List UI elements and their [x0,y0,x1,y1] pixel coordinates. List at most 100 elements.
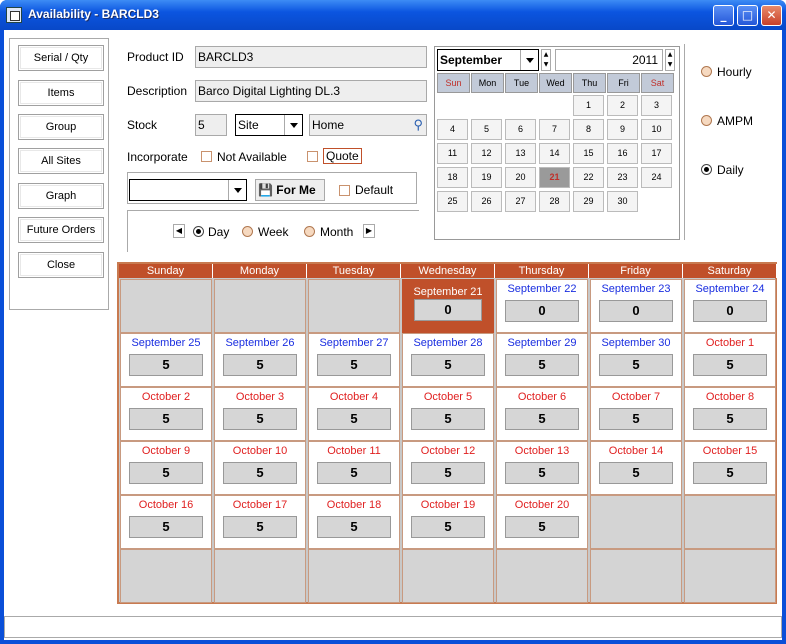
calendar-day-cell[interactable]: October 12 5 [402,441,494,495]
calendar-day-cell[interactable]: October 8 5 [684,387,776,441]
mini-calendar-day[interactable]: 23 [607,167,638,188]
mini-calendar-day[interactable]: 16 [607,143,638,164]
mini-calendar-day[interactable]: 11 [437,143,468,164]
availability-count[interactable]: 5 [317,516,391,538]
chevron-down-icon[interactable] [284,115,302,135]
prev-arrow-icon[interactable]: ◀ [173,224,185,238]
availability-count[interactable]: 5 [129,354,203,376]
ampm-radio[interactable] [701,115,712,126]
availability-count[interactable]: 5 [317,462,391,484]
close-button[interactable]: ✕ [761,5,782,26]
mini-calendar-day[interactable]: 27 [505,191,536,212]
minimize-button[interactable]: _ [713,5,734,26]
mini-calendar-day[interactable]: 3 [641,95,672,116]
calendar-day-cell[interactable]: September 23 0 [590,279,682,333]
mini-calendar-day[interactable]: 4 [437,119,468,140]
availability-count[interactable]: 5 [129,462,203,484]
calendar-day-cell[interactable]: October 15 5 [684,441,776,495]
calendar-day-cell[interactable]: September 21 0 [402,279,494,333]
calendar-day-cell[interactable]: September 22 0 [496,279,588,333]
availability-count[interactable]: 5 [411,354,485,376]
mini-calendar-day[interactable]: 7 [539,119,570,140]
search-icon[interactable]: ⚲ [413,115,423,135]
all-sites-button[interactable]: All Sites [18,148,104,174]
availability-count[interactable]: 5 [599,408,673,430]
filter-select[interactable] [129,179,247,201]
mini-calendar-day[interactable]: 18 [437,167,468,188]
hourly-radio[interactable] [701,66,712,77]
site-select[interactable]: Site [235,114,303,136]
calendar-day-cell[interactable]: October 20 5 [496,495,588,549]
availability-count[interactable]: 5 [693,354,767,376]
mini-calendar-day[interactable]: 1 [573,95,604,116]
location-field[interactable]: Home ⚲ [309,114,427,136]
group-button[interactable]: Group [18,114,104,140]
chevron-down-icon[interactable] [228,180,246,200]
availability-count[interactable]: 5 [223,354,297,376]
calendar-day-cell[interactable]: October 4 5 [308,387,400,441]
description-field[interactable]: Barco Digital Lighting DL.3 [195,80,427,102]
calendar-day-cell[interactable]: October 3 5 [214,387,306,441]
availability-count[interactable]: 5 [223,462,297,484]
calendar-day-cell[interactable]: October 19 5 [402,495,494,549]
mini-calendar-day[interactable]: 20 [505,167,536,188]
availability-count[interactable]: 5 [599,354,673,376]
mini-calendar-day[interactable]: 15 [573,143,604,164]
availability-count[interactable]: 5 [693,462,767,484]
mini-calendar-day[interactable]: 25 [437,191,468,212]
mini-calendar-day[interactable]: 6 [505,119,536,140]
calendar-day-cell[interactable]: October 16 5 [120,495,212,549]
year-field[interactable]: 2011 [555,49,663,71]
mini-calendar-day[interactable]: 14 [539,143,570,164]
mini-calendar-day[interactable]: 28 [539,191,570,212]
maximize-button[interactable]: □ [737,5,758,26]
availability-count[interactable]: 0 [414,299,482,321]
mini-calendar-day[interactable]: 26 [471,191,502,212]
mini-calendar-day[interactable]: 12 [471,143,502,164]
calendar-day-cell[interactable]: October 14 5 [590,441,682,495]
availability-count[interactable]: 5 [317,354,391,376]
mini-calendar-day[interactable]: 22 [573,167,604,188]
mini-calendar-day[interactable]: 8 [573,119,604,140]
availability-count[interactable]: 5 [223,516,297,538]
availability-count[interactable]: 5 [411,516,485,538]
month-select[interactable]: September [437,49,539,71]
mini-calendar-day[interactable]: 29 [573,191,604,212]
calendar-day-cell[interactable]: October 2 5 [120,387,212,441]
mini-calendar-day[interactable]: 24 [641,167,672,188]
calendar-day-cell[interactable]: October 11 5 [308,441,400,495]
title-bar[interactable]: Availability - BARCLD3 _ □ ✕ [0,0,786,30]
year-spinner[interactable]: ▲ ▼ [665,49,675,71]
calendar-day-cell[interactable]: September 25 5 [120,333,212,387]
availability-count[interactable]: 5 [411,462,485,484]
availability-count[interactable]: 5 [505,516,579,538]
graph-button[interactable]: Graph [18,183,104,209]
calendar-day-cell[interactable]: September 28 5 [402,333,494,387]
calendar-day-cell[interactable]: October 13 5 [496,441,588,495]
day-radio[interactable] [193,226,204,237]
availability-count[interactable]: 5 [505,462,579,484]
daily-radio[interactable] [701,164,712,175]
availability-count[interactable]: 5 [599,462,673,484]
future-orders-button[interactable]: Future Orders [18,217,104,243]
month-radio[interactable] [304,226,315,237]
availability-count[interactable]: 5 [411,408,485,430]
availability-count[interactable]: 5 [129,516,203,538]
mini-calendar-day[interactable]: 30 [607,191,638,212]
product-id-field[interactable]: BARCLD3 [195,46,427,68]
stock-field[interactable]: 5 [195,114,227,136]
items-button[interactable]: Items [18,80,104,106]
calendar-day-cell[interactable]: September 30 5 [590,333,682,387]
week-radio[interactable] [242,226,253,237]
calendar-day-cell[interactable]: October 10 5 [214,441,306,495]
availability-count[interactable]: 5 [505,354,579,376]
calendar-day-cell[interactable]: September 29 5 [496,333,588,387]
quote-checkbox[interactable] [307,151,318,162]
calendar-day-cell[interactable]: September 27 5 [308,333,400,387]
serial-qty-button[interactable]: Serial / Qty [18,45,104,71]
not-available-checkbox[interactable] [201,151,212,162]
availability-count[interactable]: 5 [129,408,203,430]
calendar-day-cell[interactable]: October 6 5 [496,387,588,441]
default-checkbox[interactable] [339,185,350,196]
availability-count[interactable]: 5 [317,408,391,430]
